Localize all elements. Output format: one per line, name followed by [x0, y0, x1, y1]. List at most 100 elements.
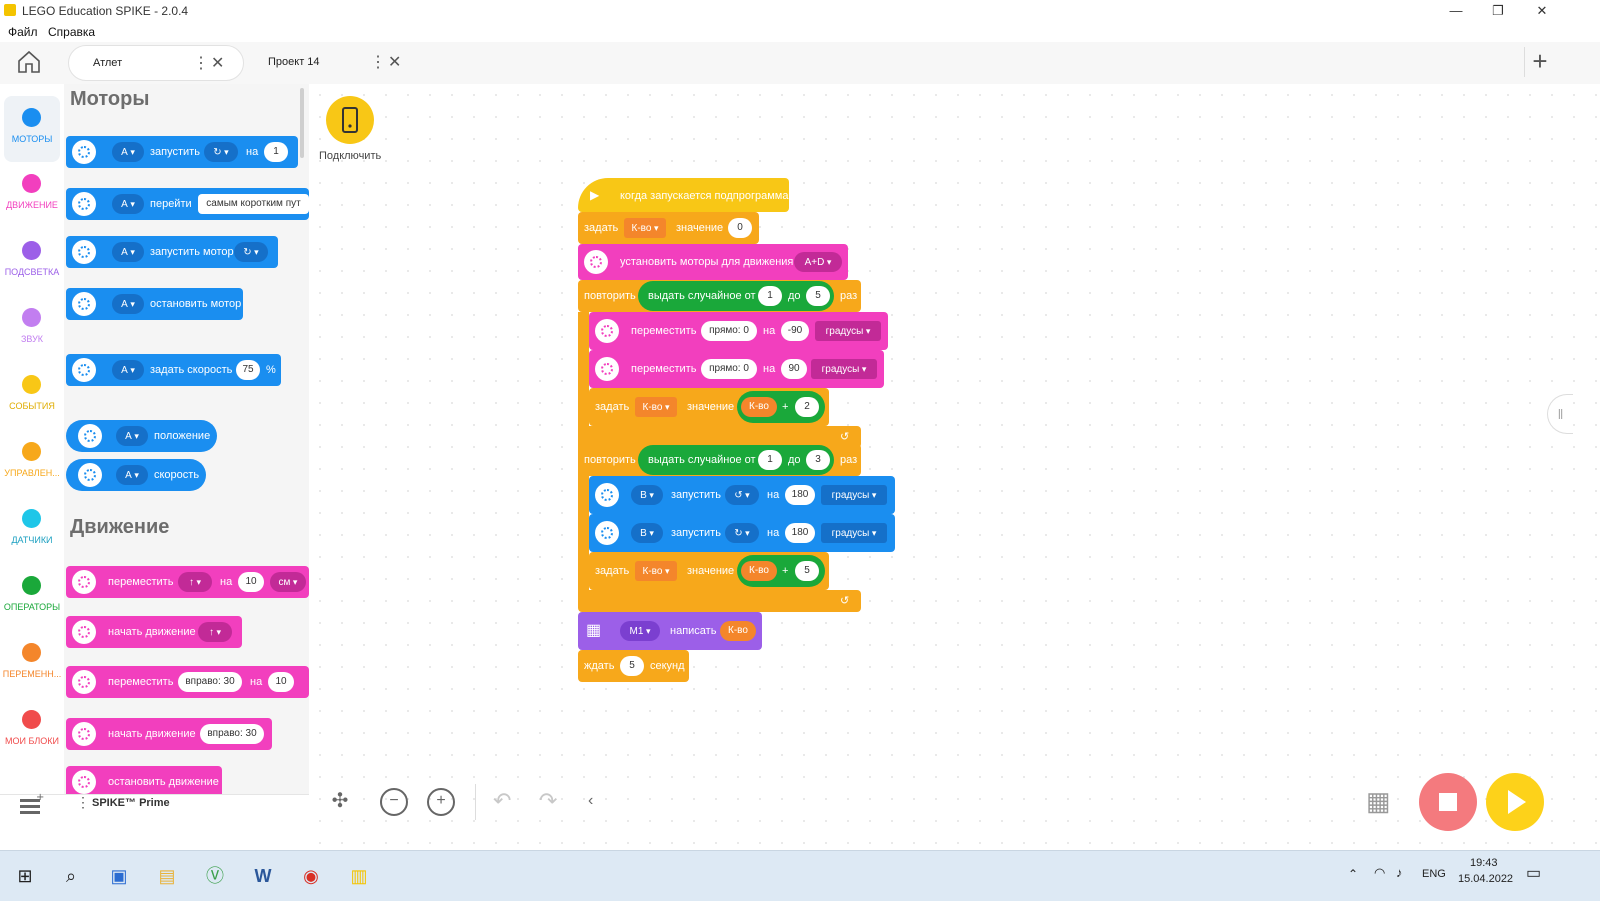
direction-dropdown[interactable]: ↺: [725, 485, 759, 505]
undo-icon[interactable]: ↶: [493, 788, 511, 814]
spike-app-icon[interactable]: ▥: [342, 859, 376, 893]
block-repeat-2[interactable]: повторить выдать случайное от 1 до 3 раз: [578, 444, 861, 476]
category-sound[interactable]: ЗВУК: [0, 296, 64, 362]
chrome-icon[interactable]: ◉: [294, 859, 328, 893]
repeat-2-footer: ↺: [578, 590, 861, 612]
palette-block-stop-motor[interactable]: A остановить мотор: [66, 288, 243, 320]
minimize-button[interactable]: —: [1434, 0, 1478, 22]
add-tab-icon[interactable]: +: [1524, 47, 1555, 77]
side-panel-handle[interactable]: ‖: [1547, 394, 1573, 434]
file-explorer-icon[interactable]: ▤: [150, 859, 184, 893]
notifications-icon[interactable]: ▭: [1526, 863, 1541, 883]
category-variables[interactable]: ПЕРЕМЕНН...: [0, 631, 64, 697]
tab-menu-icon[interactable]: ⋮: [193, 53, 209, 73]
tab-atlet[interactable]: Атлет ⋮ ✕: [68, 45, 244, 81]
palette-block-move[interactable]: переместить ↑ на 10 см: [66, 566, 309, 598]
tab-project-14[interactable]: Проект 14 ⋮ ✕: [244, 45, 418, 79]
category-control[interactable]: УПРАВЛЕН...: [0, 430, 64, 496]
block-change-variable-1[interactable]: задать К-во значение К-во + 2: [589, 388, 829, 426]
block-wait[interactable]: ждать 5 секунд: [578, 650, 689, 682]
category-events[interactable]: СОБЫТИЯ: [0, 363, 64, 429]
hub-type-label[interactable]: SPIKE™ Prime: [92, 797, 170, 809]
block-motor-b-run-ccw[interactable]: B запустить ↺ на 180 градусы: [589, 476, 895, 514]
code-canvas[interactable]: Подключить ▶ когда запускается подпрогра…: [309, 84, 1600, 850]
block-change-variable-2[interactable]: задать К-во значение К-во + 5: [589, 552, 829, 590]
category-my-blocks[interactable]: МОИ БЛОКИ: [0, 698, 64, 764]
tab-menu-icon[interactable]: ⋮: [370, 52, 386, 72]
motor-pair-icon: [72, 722, 96, 746]
direction-dropdown[interactable]: ↑: [198, 622, 232, 642]
close-tab-icon[interactable]: ✕: [211, 53, 224, 73]
palette-block-motor-goto[interactable]: A перейти самым коротким пут: [66, 188, 309, 220]
program-stack[interactable]: ▶ когда запускается подпрограмма задать …: [578, 170, 895, 682]
direction-dropdown[interactable]: ↑: [178, 572, 212, 592]
random-reporter[interactable]: выдать случайное от 1 до 5: [638, 281, 834, 311]
close-tab-icon[interactable]: ✕: [388, 52, 401, 72]
palette-block-run-motor[interactable]: A запустить мотор ↻: [66, 236, 278, 268]
title-bar: LEGO Education SPIKE - 2.0.4 — ❐ ✕: [0, 0, 1600, 22]
category-sensors[interactable]: ДАТЧИКИ: [0, 497, 64, 563]
wifi-icon[interactable]: ◠: [1374, 865, 1385, 881]
menu-help[interactable]: Справка: [48, 25, 95, 39]
palette-block-move-steer[interactable]: переместить вправо: 30 на 10: [66, 666, 309, 698]
center-view-icon[interactable]: ✣: [327, 788, 353, 814]
palette-scrollbar[interactable]: [300, 88, 304, 158]
block-repeat-1[interactable]: повторить выдать случайное от 1 до 5 раз: [578, 280, 861, 312]
app-v-icon[interactable]: Ⓥ: [198, 859, 232, 893]
extensions-button[interactable]: +: [18, 792, 44, 821]
palette-block-start-move[interactable]: начать движение ↑: [66, 616, 242, 648]
block-set-variable[interactable]: задать К-во значение 0: [578, 212, 759, 244]
motor-pair-icon: [595, 319, 619, 343]
connect-button[interactable]: [326, 96, 374, 144]
clock-date[interactable]: 15.04.2022: [1458, 873, 1513, 885]
motor-icon: [595, 521, 619, 545]
home-button[interactable]: [16, 49, 44, 75]
direction-dropdown[interactable]: ↻: [725, 523, 759, 543]
menu-bar: Файл Справка: [0, 22, 1600, 42]
block-set-movement-motors[interactable]: установить моторы для движения A+D: [578, 244, 848, 280]
stop-button[interactable]: [1419, 773, 1477, 831]
block-move-straight-1[interactable]: переместить прямо: 0 на -90 градусы: [589, 312, 888, 350]
add-operator[interactable]: К-во + 2: [737, 391, 825, 423]
zoom-in-icon[interactable]: +: [427, 788, 455, 816]
hub-device-icon: [342, 107, 358, 133]
block-motor-b-run-cw[interactable]: B запустить ↻ на 180 градусы: [589, 514, 895, 552]
category-operators[interactable]: ОПЕРАТОРЫ: [0, 564, 64, 630]
category-motors[interactable]: МОТОРЫ: [4, 96, 60, 162]
maximize-button[interactable]: ❐: [1476, 0, 1520, 22]
menu-file[interactable]: Файл: [8, 25, 38, 39]
volume-icon[interactable]: ♪: [1396, 865, 1403, 880]
palette-block-start-move-steer[interactable]: начать движение вправо: 30: [66, 718, 272, 750]
random-reporter[interactable]: выдать случайное от 1 до 3: [638, 445, 834, 475]
search-icon[interactable]: ⌕: [54, 859, 88, 893]
tray-chevron-icon[interactable]: ⌃: [1348, 867, 1358, 881]
clock-time[interactable]: 19:43: [1470, 857, 1498, 869]
category-movement[interactable]: ДВИЖЕНИЕ: [0, 162, 64, 228]
hub-menu-icon[interactable]: ⋮: [76, 794, 90, 811]
windows-start-icon[interactable]: ⊞: [8, 859, 42, 893]
palette-block-motor-run[interactable]: A запустить ↻ на 1: [66, 136, 298, 168]
palette-block-set-speed[interactable]: A задать скорость 75 %: [66, 354, 281, 386]
block-move-straight-2[interactable]: переместить прямо: 0 на 90 градусы: [589, 350, 884, 388]
block-light-matrix-write[interactable]: ▦ M1 написать К-во: [578, 612, 762, 650]
direction-dropdown[interactable]: ↻: [234, 242, 268, 262]
direction-dropdown[interactable]: ↻: [204, 142, 238, 162]
redo-icon[interactable]: ↷: [539, 788, 557, 814]
light-matrix-preview-icon[interactable]: ▦: [1366, 786, 1396, 816]
palette-block-stop-move[interactable]: остановить движение: [66, 766, 222, 794]
collapse-icon[interactable]: ‹: [588, 792, 593, 810]
close-window-button[interactable]: ✕: [1520, 0, 1564, 22]
word-icon[interactable]: W: [246, 859, 280, 893]
block-when-program-starts[interactable]: ▶ когда запускается подпрограмма: [578, 178, 789, 212]
run-button[interactable]: [1486, 773, 1544, 831]
add-operator[interactable]: К-во + 5: [737, 555, 825, 587]
language-indicator[interactable]: ENG: [1422, 868, 1446, 880]
palette-block-speed[interactable]: A скорость: [66, 459, 206, 491]
zoom-out-icon[interactable]: −: [380, 788, 408, 816]
store-icon[interactable]: ▣: [102, 859, 136, 893]
palette-block-position[interactable]: A положение: [66, 420, 217, 452]
tab-label: Проект 14: [268, 56, 320, 68]
category-light[interactable]: ПОДСВЕТКА: [0, 229, 64, 295]
motor-icon: [72, 240, 96, 264]
windows-taskbar: ⊞ ⌕ ▣ ▤ Ⓥ W ◉ ▥ ⌃ ◠ ♪ ENG 19:43 15.04.20…: [0, 850, 1600, 901]
